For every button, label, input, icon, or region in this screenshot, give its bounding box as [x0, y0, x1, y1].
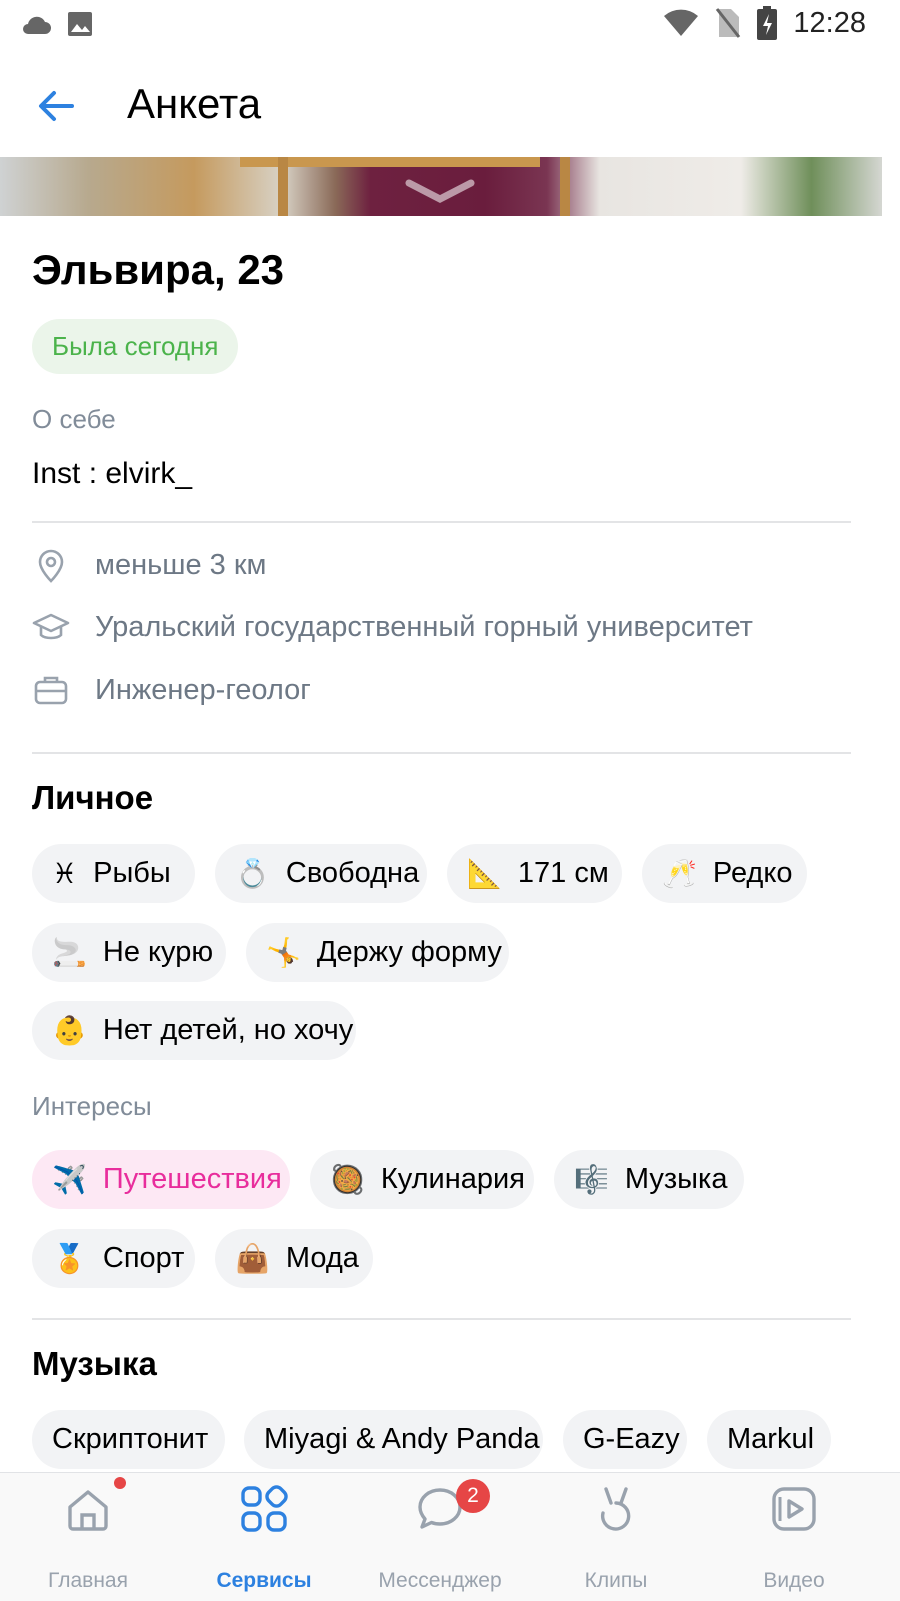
cloud-icon	[23, 16, 51, 34]
personal-section-title: Личное	[32, 779, 154, 816]
chip-height[interactable]: 📐 171 см	[447, 844, 622, 903]
job-row: Инженер-геолог	[32, 668, 872, 712]
chip-artist[interactable]: G-Eazy	[563, 1410, 687, 1469]
interests-label: Интересы	[32, 1091, 152, 1121]
divider	[32, 752, 851, 754]
about-label: О себе	[32, 404, 116, 434]
tab-label: Клипы	[584, 1569, 648, 1592]
unread-count-badge: 2	[456, 1479, 490, 1513]
chip-music[interactable]: 🎼 Музыка	[554, 1150, 744, 1209]
chip-alcohol[interactable]: 🥂 Редко	[642, 844, 807, 903]
chip-artist[interactable]: Markul	[707, 1410, 831, 1469]
tab-label: Сервисы	[216, 1569, 312, 1592]
ruler-icon: 📐	[467, 857, 502, 889]
tab-messenger[interactable]: 2 Мессенджер	[360, 1473, 520, 1601]
notification-dot	[114, 1477, 126, 1489]
tab-services[interactable]: Сервисы	[184, 1473, 344, 1601]
airplane-icon: ✈️	[52, 1163, 87, 1195]
chip-sports[interactable]: 🏅 Спорт	[32, 1229, 195, 1288]
tab-clips[interactable]: Клипы	[536, 1473, 696, 1601]
video-icon	[772, 1487, 816, 1531]
wifi-icon	[664, 9, 699, 36]
pan-icon: 🥘	[330, 1163, 365, 1195]
location-pin-icon	[38, 549, 64, 583]
image-icon	[68, 12, 92, 36]
chip-travel[interactable]: ✈️ Путешествия	[32, 1150, 290, 1209]
online-status-badge: Была сегодня	[32, 319, 239, 374]
distance-text: меньше 3 км	[95, 548, 267, 581]
chip-zodiac[interactable]: ♓ Рыбы	[32, 844, 195, 903]
chip-cooking[interactable]: 🥘 Кулинария	[310, 1150, 534, 1209]
music-score-icon: 🎼	[574, 1163, 609, 1195]
chevron-down-icon[interactable]	[405, 179, 475, 203]
baby-icon: 👶	[52, 1014, 87, 1046]
chip-artist[interactable]: Miyagi & Andy Panda	[244, 1410, 543, 1469]
tab-label: Видео	[763, 1569, 825, 1592]
profile-name: Эльвира, 23	[32, 246, 285, 293]
profile-photo[interactable]	[0, 157, 882, 216]
music-section-title: Музыка	[32, 1345, 157, 1382]
chip-artist[interactable]: Скриптонит	[32, 1410, 225, 1469]
divider	[32, 1318, 851, 1320]
bottom-tab-bar: Главная Сервисы 2 Мессенджер Клипы Видео	[0, 1472, 900, 1601]
home-icon	[68, 1490, 108, 1531]
distance-row: меньше 3 км	[32, 543, 872, 587]
chip-fashion[interactable]: 👜 Мода	[215, 1229, 373, 1288]
divider	[32, 521, 851, 523]
chip-children[interactable]: 👶 Нет детей, но хочу	[32, 1001, 356, 1060]
tab-home[interactable]: Главная	[8, 1473, 168, 1601]
tab-video[interactable]: Видео	[714, 1473, 874, 1601]
about-text: Inst : elvirk_	[32, 457, 193, 490]
pisces-icon: ♓	[52, 857, 78, 889]
clock: 12:28	[793, 6, 866, 39]
glasses-icon: 🥂	[662, 857, 697, 889]
services-icon	[241, 1485, 288, 1532]
briefcase-icon	[34, 676, 68, 705]
chip-sport[interactable]: 🤸 Держу форму	[246, 923, 509, 982]
clips-icon	[600, 1487, 631, 1531]
top-bar: Анкета	[0, 60, 900, 156]
page-title: Анкета	[127, 80, 262, 127]
handbag-icon: 👜	[235, 1242, 270, 1274]
job-text: Инженер-геолог	[95, 673, 311, 706]
education-text: Уральский государственный горный универс…	[95, 610, 753, 643]
cigarette-icon: 🚬	[52, 936, 87, 968]
education-cap-icon	[32, 613, 70, 640]
tab-label: Главная	[48, 1569, 128, 1592]
tab-label: Мессенджер	[378, 1569, 502, 1592]
back-arrow-icon[interactable]	[32, 82, 80, 130]
battery-icon	[757, 6, 778, 40]
chip-smoking[interactable]: 🚬 Не курю	[32, 923, 226, 982]
cartwheel-icon: 🤸	[266, 936, 301, 968]
status-bar: 12:28	[0, 0, 900, 50]
medal-icon: 🏅	[52, 1242, 87, 1274]
education-row: Уральский государственный горный универс…	[32, 605, 872, 649]
ring-icon: 💍	[235, 857, 270, 889]
chip-relationship[interactable]: 💍 Свободна	[215, 844, 427, 903]
no-sim-icon	[716, 8, 741, 38]
